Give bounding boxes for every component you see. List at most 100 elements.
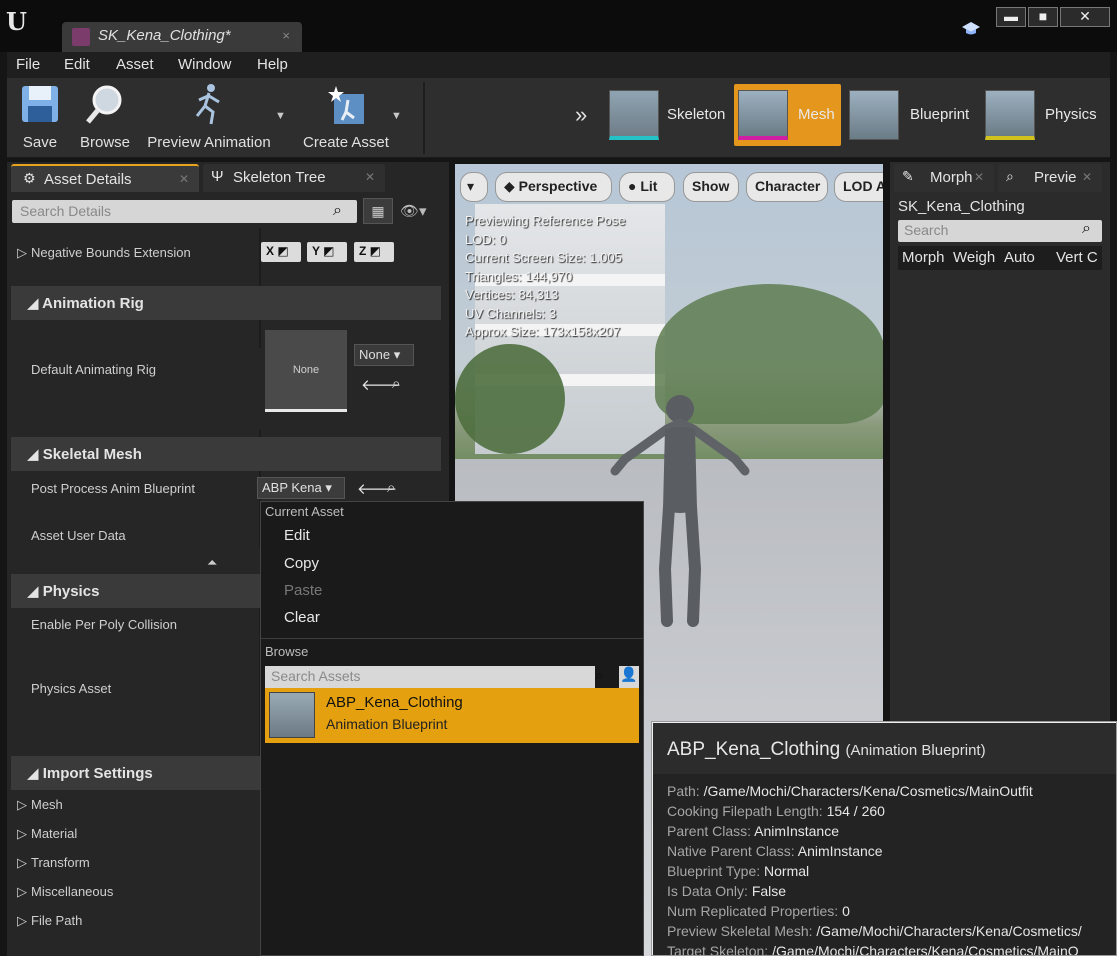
expand-arrow-icon: ▷ (17, 913, 27, 928)
tooltip-row: Cooking Filepath Length: 154 / 260 (667, 803, 885, 819)
close-tab-icon[interactable]: × (282, 28, 290, 43)
create-asset-button[interactable]: Create Asset (301, 82, 391, 154)
viewport-options-button[interactable]: ▾ (460, 172, 488, 202)
tooltip-row: Path: /Game/Mochi/Characters/Kena/Cosmet… (667, 783, 1033, 799)
document-tab-label: SK_Kena_Clothing* (98, 27, 231, 44)
mesh-thumbnail (738, 90, 788, 140)
search-icon[interactable]: ⌕ (1082, 220, 1091, 238)
save-button[interactable]: Save (13, 82, 67, 154)
post-process-anim-blueprint-combo[interactable]: ABP Kena ▾ (257, 477, 345, 499)
tab-morph-target-preview[interactable]: ✎ Morph ✕ (894, 164, 994, 192)
tab-preview-scene-settings[interactable]: ⌕ Previe ✕ (998, 164, 1102, 192)
mesh-name-label: SK_Kena_Clothing (898, 198, 1025, 215)
collapse-arrow-icon: ◢ (27, 765, 43, 782)
expand-arrow-icon: ▷ (17, 826, 27, 841)
lit-button[interactable]: ● Lit (619, 172, 675, 202)
tab-asset-details[interactable]: ⚙ Asset Details ✕ (11, 164, 199, 192)
physics-mode-button[interactable]: Physics (981, 84, 1107, 146)
morph-icon: ✎ (902, 168, 914, 184)
close-tab-icon[interactable]: ✕ (179, 172, 189, 186)
minimize-button[interactable]: ▬ (996, 7, 1026, 27)
section-skeletal-mesh[interactable]: ◢ Skeletal Mesh (11, 437, 441, 471)
show-button[interactable]: Show (683, 172, 739, 202)
menu-asset[interactable]: Asset (116, 56, 154, 73)
z-value-button[interactable]: Z ◩ (354, 242, 394, 262)
browse-asset-icon[interactable]: ⌕ (392, 375, 400, 392)
tooltip-row: Num Replicated Properties: 0 (667, 903, 850, 919)
document-tab[interactable]: SK_Kena_Clothing* × (62, 22, 302, 52)
post-process-anim-blueprint-label: Post Process Anim Blueprint (31, 481, 196, 496)
double-chevron-icon[interactable]: » (575, 102, 587, 128)
collapse-arrow-icon: ◢ (27, 295, 43, 312)
asset-list-item[interactable]: ABP_Kena_Clothing Animation Blueprint (265, 688, 639, 743)
mesh-mode-button[interactable]: Mesh (734, 84, 841, 146)
viewport-toolbar: ▾ ◆ Perspective ● Lit Show Character LOD… (460, 172, 883, 204)
skeleton-mode-button[interactable]: Skeleton (605, 84, 727, 146)
character-button[interactable]: Character (746, 172, 828, 202)
skeletal-mesh-asset-icon (72, 28, 90, 46)
perspective-icon: ◆ (504, 178, 519, 194)
morph-search-input[interactable]: Search (898, 220, 1102, 242)
copy-menu-item[interactable]: Copy (284, 555, 319, 572)
collapse-advanced-icon[interactable]: ⏶ (207, 555, 217, 571)
maximize-button[interactable]: ■ (1028, 7, 1058, 27)
viewport-stats-overlay: Previewing Reference Pose LOD: 0 Current… (465, 213, 626, 339)
menu-file[interactable]: File (16, 56, 40, 73)
menu-window[interactable]: Window (178, 56, 231, 73)
create-asset-dropdown-icon[interactable]: ▼ (391, 110, 402, 122)
rig-combo-box[interactable]: None ▾ (354, 344, 414, 366)
background-tree (455, 344, 565, 454)
perspective-button[interactable]: ◆ Perspective (495, 172, 612, 202)
menu-edit[interactable]: Edit (64, 56, 90, 73)
lit-sphere-icon: ● (628, 178, 641, 194)
menu-help[interactable]: Help (257, 56, 288, 73)
menu-bar: File Edit Asset Window Help (7, 52, 1110, 78)
close-tab-icon[interactable]: ✕ (1082, 170, 1092, 184)
blueprint-mode-button[interactable]: Blueprint (845, 84, 977, 146)
toolbar: Save Browse Preview Animation ▼ Create A… (7, 78, 1110, 158)
property-matrix-button[interactable]: ▦ (363, 198, 393, 224)
search-icon[interactable]: ⌕ (595, 667, 604, 685)
browse-asset-icon[interactable]: ⌕ (387, 479, 395, 496)
blueprint-thumbnail (849, 90, 899, 140)
edit-menu-item[interactable]: Edit (284, 527, 310, 544)
user-filter-icon[interactable]: 👤 (619, 666, 639, 688)
gear-icon: ⚙ (23, 170, 36, 186)
skeleton-thumbnail (609, 90, 659, 140)
paste-menu-item[interactable]: Paste (284, 582, 322, 599)
animation-blueprint-thumbnail (269, 692, 315, 738)
search-icon[interactable]: ⌕ (333, 202, 342, 220)
tooltip-row: Blueprint Type: Normal (667, 863, 810, 879)
morph-target-panel: ✎ Morph ✕ ⌕ Previe ✕ SK_Kena_Clothing Se… (890, 162, 1110, 722)
browse-button[interactable]: Browse (77, 82, 133, 154)
expand-arrow-icon[interactable]: ▷ (17, 245, 27, 261)
negative-bounds-row[interactable]: ▷ Negative Bounds Extension X ◩ Y ◩ Z ◩ (11, 242, 441, 264)
preview-animation-dropdown-icon[interactable]: ▼ (275, 110, 286, 122)
column-vert-count[interactable]: Vert C (1056, 249, 1100, 266)
column-morph[interactable]: Morph (902, 249, 946, 266)
column-weight[interactable]: Weigh (953, 249, 997, 266)
asset-tooltip: ABP_Kena_Clothing (Animation Blueprint) … (651, 721, 1117, 956)
close-tab-icon[interactable]: ✕ (974, 170, 984, 184)
tooltip-row: Is Data Only: False (667, 883, 787, 899)
section-animation-rig[interactable]: ◢ Animation Rig (11, 286, 441, 320)
clear-menu-item[interactable]: Clear (284, 609, 320, 626)
unreal-logo-icon[interactable]: U (6, 8, 34, 36)
preview-animation-button[interactable]: Preview Animation (145, 82, 273, 154)
search-assets-input[interactable]: Search Assets (265, 666, 595, 688)
help-icon[interactable] (960, 20, 982, 38)
collapse-arrow-icon: ◢ (27, 446, 43, 463)
y-value-button[interactable]: Y ◩ (307, 242, 347, 262)
lod-button[interactable]: LOD Au (834, 172, 883, 202)
column-auto[interactable]: Auto (1004, 249, 1044, 266)
expand-arrow-icon: ▷ (17, 797, 27, 812)
close-window-button[interactable]: ✕ (1060, 7, 1110, 27)
x-value-button[interactable]: X ◩ (261, 242, 301, 262)
tab-skeleton-tree[interactable]: Ψ Skeleton Tree ✕ (203, 164, 385, 192)
magnifier-icon (83, 82, 127, 126)
collapse-arrow-icon: ◢ (27, 583, 43, 600)
details-search-input[interactable]: Search Details (12, 200, 357, 223)
rig-thumbnail[interactable]: None (265, 330, 347, 412)
close-tab-icon[interactable]: ✕ (365, 170, 375, 184)
eye-view-options-icon[interactable]: 👁▾ (400, 202, 427, 220)
